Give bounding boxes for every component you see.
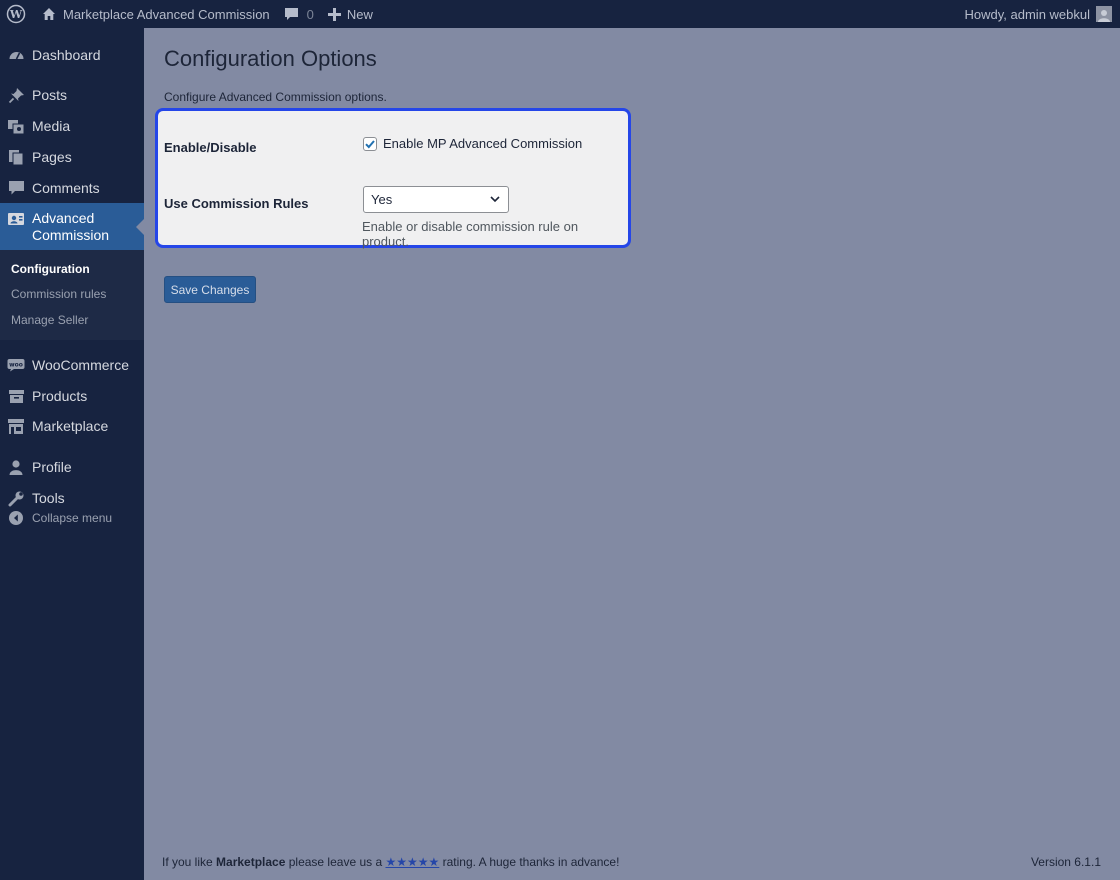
sidebar-item-products[interactable]: Products — [0, 386, 144, 406]
svg-text:W: W — [9, 8, 23, 21]
footer-brand: Marketplace — [216, 855, 286, 869]
sidebar-item-label: Pages — [32, 149, 72, 165]
account-menu[interactable]: Howdy, admin webkul — [965, 0, 1120, 28]
sidebar-item-profile[interactable]: Profile — [0, 457, 144, 477]
sidebar-item-posts[interactable]: Posts — [0, 85, 144, 105]
footer-middle: please leave us a — [285, 855, 386, 869]
save-changes-button[interactable]: Save Changes — [164, 276, 256, 303]
site-name-link[interactable]: Marketplace Advanced Commission — [35, 0, 277, 28]
avatar-icon — [1098, 10, 1110, 22]
collapse-arrow-icon — [7, 509, 25, 527]
sidebar-item-dashboard[interactable]: Dashboard — [0, 45, 144, 65]
site-name: Marketplace Advanced Commission — [63, 6, 270, 22]
sidebar-item-label: Dashboard — [32, 47, 101, 63]
sidebar-item-label: Products — [32, 388, 88, 404]
page-description: Configure Advanced Commission options. — [164, 90, 387, 104]
sidebar-item-label: Profile — [32, 459, 72, 475]
sidebar-item-label: Posts — [32, 87, 68, 103]
submenu-item-commission-rules[interactable]: Commission rules — [11, 287, 106, 301]
footer-suffix: rating. A huge thanks in advance! — [439, 855, 620, 869]
footer-prefix: If you like — [162, 855, 217, 869]
dashboard-icon — [7, 46, 25, 64]
comments-count: 0 — [306, 6, 314, 22]
pin-icon — [7, 86, 25, 104]
admin-sidebar: Dashboard Posts Media Pages Comments Adv… — [0, 28, 144, 880]
sidebar-item-label: Comments — [32, 180, 100, 196]
use-commission-rules-label: Use Commission Rules — [164, 196, 309, 211]
sidebar-item-pages[interactable]: Pages — [0, 147, 144, 167]
advanced-commission-submenu: Configuration Commission rules Manage Se… — [0, 250, 144, 340]
sidebar-item-advanced-commission[interactable]: Advanced Commission — [0, 203, 144, 250]
sidebar-item-woocommerce[interactable]: woo WooCommerce — [0, 355, 144, 375]
howdy-greeting: Howdy, admin webkul — [964, 6, 1090, 22]
new-content-button[interactable]: New — [321, 0, 380, 28]
checkmark-icon — [365, 140, 375, 149]
pages-icon — [7, 148, 25, 166]
submenu-item-configuration[interactable]: Configuration — [11, 262, 90, 276]
enable-disable-label: Enable/Disable — [164, 140, 257, 155]
footer-rating-text: If you like Marketplace please leave us … — [162, 855, 619, 869]
sidebar-item-tools[interactable]: Tools — [0, 488, 144, 508]
comment-bubble-icon — [284, 8, 298, 20]
commission-rules-help-text: Enable or disable commission rule on pro… — [362, 219, 579, 249]
wordpress-logo-button[interactable]: W — [0, 0, 35, 28]
admin-bar-left: W Marketplace Advanced Commission 0 New — [0, 0, 380, 28]
new-label: New — [346, 6, 373, 22]
plus-icon — [327, 7, 341, 21]
wrench-icon — [7, 489, 25, 507]
wordpress-icon: W — [6, 4, 26, 24]
sidebar-item-label: Media — [32, 118, 71, 134]
media-icon — [7, 117, 25, 135]
commission-rules-select[interactable]: Yes — [363, 186, 509, 213]
footer-version: Version 6.1.1 — [1030, 855, 1101, 869]
avatar — [1096, 6, 1112, 22]
sidebar-item-label: Tools — [32, 490, 65, 506]
commission-icon — [7, 210, 25, 228]
sidebar-item-marketplace[interactable]: Marketplace — [0, 416, 144, 436]
rating-stars-link[interactable]: ★★★★★ — [385, 855, 439, 869]
store-icon — [7, 417, 25, 435]
sidebar-item-label: Advanced Commission — [32, 209, 110, 243]
archive-icon — [7, 387, 25, 405]
home-icon — [43, 8, 55, 20]
sidebar-item-media[interactable]: Media — [0, 116, 144, 136]
chevron-down-icon — [490, 196, 500, 203]
collapse-menu-label: Collapse menu — [32, 511, 113, 525]
enable-commission-checkbox[interactable] — [363, 137, 377, 151]
comments-link[interactable]: 0 — [277, 0, 321, 28]
sidebar-item-comments[interactable]: Comments — [0, 178, 144, 198]
woo-icon: woo — [7, 356, 25, 374]
page-title: Configuration Options — [164, 46, 377, 71]
sidebar-item-label: Marketplace — [32, 418, 109, 434]
commission-rules-selected-value: Yes — [371, 192, 393, 207]
user-icon — [7, 458, 25, 476]
sidebar-item-label: WooCommerce — [32, 357, 129, 373]
enable-commission-checkbox-label[interactable]: Enable MP Advanced Commission — [383, 136, 582, 151]
svg-text:woo: woo — [9, 362, 23, 369]
comment-icon — [7, 179, 25, 197]
submenu-item-manage-seller[interactable]: Manage Seller — [11, 313, 88, 327]
settings-form-table: Enable/Disable Enable MP Advanced Commis… — [155, 108, 631, 249]
admin-bar: W Marketplace Advanced Commission 0 New … — [0, 0, 1120, 28]
